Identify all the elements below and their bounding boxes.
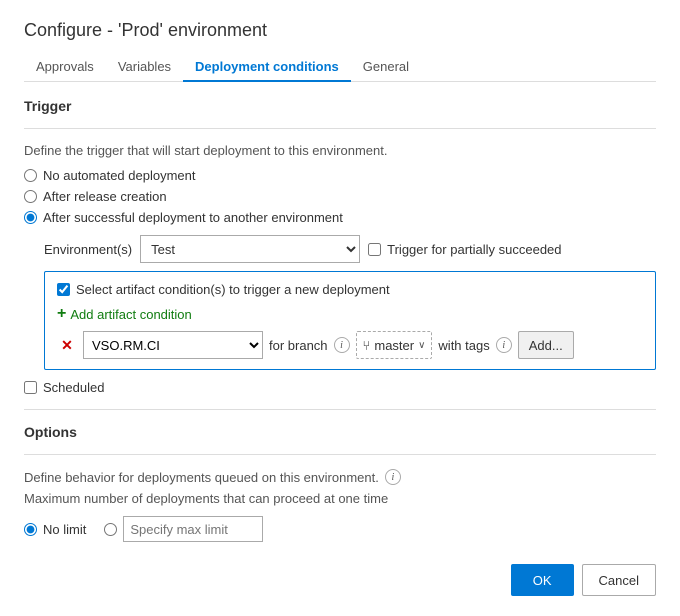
radio-no-limit[interactable]: No limit: [24, 522, 86, 537]
trigger-partial-label-row[interactable]: Trigger for partially succeeded: [368, 242, 561, 257]
radio-after-successful-label: After successful deployment to another e…: [43, 210, 343, 225]
environment-label: Environment(s): [44, 242, 132, 257]
add-artifact-btn[interactable]: + Add artifact condition: [57, 305, 643, 323]
radio-specify-max-input[interactable]: [104, 523, 117, 536]
tab-general[interactable]: General: [351, 53, 421, 82]
tags-info-icon[interactable]: i: [496, 337, 512, 353]
trigger-divider: [24, 128, 656, 129]
radio-after-successful-input[interactable]: [24, 211, 37, 224]
scheduled-checkbox[interactable]: [24, 381, 37, 394]
branch-dropdown[interactable]: ⑂ master ∨: [356, 331, 433, 359]
footer-buttons: OK Cancel: [24, 564, 656, 596]
radio-after-successful[interactable]: After successful deployment to another e…: [24, 210, 656, 225]
radio-after-release[interactable]: After release creation: [24, 189, 656, 204]
configure-dialog: Configure - 'Prod' environment Approvals…: [0, 0, 680, 616]
scheduled-row: Scheduled: [24, 380, 656, 395]
tab-deployment-conditions[interactable]: Deployment conditions: [183, 53, 351, 82]
delete-condition-btn[interactable]: ✕: [57, 335, 77, 355]
trigger-partial-checkbox[interactable]: [368, 243, 381, 256]
environment-select[interactable]: Test: [140, 235, 360, 263]
plus-icon: +: [57, 305, 66, 323]
trigger-radio-group: No automated deployment After release cr…: [24, 168, 656, 225]
tab-approvals[interactable]: Approvals: [24, 53, 106, 82]
radio-after-release-label: After release creation: [43, 189, 167, 204]
limit-row: No limit: [24, 516, 656, 542]
options-section-title: Options: [24, 424, 656, 440]
cancel-button[interactable]: Cancel: [582, 564, 656, 596]
max-deploy-label: Maximum number of deployments that can p…: [24, 491, 656, 506]
with-tags-label: with tags: [438, 338, 489, 353]
environment-row: Environment(s) Test Trigger for partiall…: [44, 235, 656, 263]
branch-icon: ⑂: [363, 338, 371, 353]
options-desc: Define behavior for deployments queued o…: [24, 469, 656, 485]
trigger-partial-label: Trigger for partially succeeded: [387, 242, 561, 257]
dialog-title: Configure - 'Prod' environment: [24, 20, 656, 41]
options-divider2: [24, 454, 656, 455]
branch-value: master: [374, 338, 414, 353]
radio-after-release-input[interactable]: [24, 190, 37, 203]
radio-no-limit-input[interactable]: [24, 523, 37, 536]
ok-button[interactable]: OK: [511, 564, 574, 596]
artifact-box: Select artifact condition(s) to trigger …: [44, 271, 656, 370]
options-description-text: Define behavior for deployments queued o…: [24, 470, 379, 485]
radio-specify-max[interactable]: [104, 516, 263, 542]
add-artifact-label: Add artifact condition: [70, 307, 191, 322]
artifact-select[interactable]: VSO.RM.CI: [83, 331, 263, 359]
trigger-section-title: Trigger: [24, 98, 656, 114]
radio-no-automated-label: No automated deployment: [43, 168, 195, 183]
artifact-condition-checkbox[interactable]: [57, 283, 70, 296]
radio-no-automated-input[interactable]: [24, 169, 37, 182]
for-branch-label: for branch: [269, 338, 328, 353]
options-divider: [24, 409, 656, 410]
artifact-condition-label: Select artifact condition(s) to trigger …: [76, 282, 390, 297]
tab-variables[interactable]: Variables: [106, 53, 183, 82]
artifact-header: Select artifact condition(s) to trigger …: [57, 282, 643, 297]
specify-max-input[interactable]: [123, 516, 263, 542]
options-info-icon[interactable]: i: [385, 469, 401, 485]
branch-info-icon[interactable]: i: [334, 337, 350, 353]
trigger-description: Define the trigger that will start deplo…: [24, 143, 656, 158]
options-section: Options Define behavior for deployments …: [24, 424, 656, 542]
radio-no-automated[interactable]: No automated deployment: [24, 168, 656, 183]
branch-chevron-icon: ∨: [418, 340, 425, 351]
tab-bar: Approvals Variables Deployment condition…: [24, 53, 656, 82]
artifact-condition-row: ✕ VSO.RM.CI for branch i ⑂ master ∨ with…: [57, 331, 643, 359]
radio-no-limit-label: No limit: [43, 522, 86, 537]
scheduled-label: Scheduled: [43, 380, 104, 395]
add-tags-button[interactable]: Add...: [518, 331, 574, 359]
